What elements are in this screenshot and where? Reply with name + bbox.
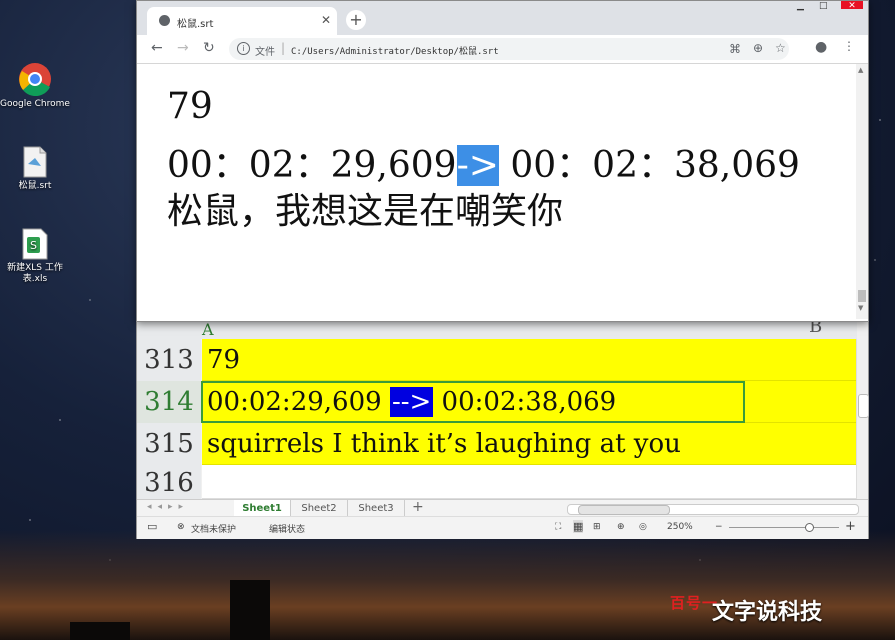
zoom-level[interactable]: 250%: [667, 522, 693, 532]
selected-arrow: ->: [456, 145, 499, 186]
save-icon[interactable]: ▭: [147, 520, 157, 533]
row-header-active[interactable]: 314: [137, 381, 201, 424]
zoom-out-icon[interactable]: −: [715, 522, 723, 532]
menu-icon[interactable]: ⋮: [843, 39, 855, 53]
scrollbar-thumb[interactable]: [858, 290, 866, 302]
spreadsheet-window: A B 313 79 314 00:02:29,609 --> 00:02:38…: [136, 305, 869, 539]
status-bar: ▭ ⊗ 文档未保护 编辑状态 ⛶ ▦ ⊞ ⊕ ◎ 250% − +: [137, 516, 868, 539]
close-tab-icon[interactable]: ✕: [321, 13, 331, 27]
bookmark-star-icon[interactable]: ☆: [775, 41, 786, 55]
zoom-icon[interactable]: ⊕: [753, 41, 763, 55]
svg-text:S: S: [30, 239, 37, 252]
browser-tab[interactable]: 松鼠.srt ✕: [147, 7, 337, 35]
sheet-nav-arrows[interactable]: ◂◂▸▸: [147, 502, 189, 512]
address-bar[interactable]: i 文件 | C:/Users/Administrator/Desktop/松鼠…: [229, 38, 789, 60]
column-header-a[interactable]: A: [202, 320, 214, 339]
watermark-white-text: 文字说科技: [712, 600, 823, 625]
selected-cell-border: [201, 381, 745, 423]
address-scheme: 文件: [255, 47, 275, 58]
browser-vertical-scrollbar[interactable]: ▲ ▼: [856, 64, 868, 319]
watermark: 百号一 文字说科技: [670, 592, 822, 625]
cell-a315[interactable]: squirrels I think it’s laughing at you: [202, 423, 856, 465]
forward-arrow-icon[interactable]: →: [177, 40, 189, 56]
spreadsheet-file-icon: S: [22, 228, 48, 260]
sheet-tab-3[interactable]: Sheet3: [348, 500, 405, 517]
fullscreen-icon[interactable]: ⛶: [555, 522, 561, 532]
browser-content: 79 00：02：29,609-> 00：02：38,069 松鼠，我想这是在嘲…: [137, 64, 855, 319]
zoom-slider-knob[interactable]: [805, 523, 814, 532]
reload-icon[interactable]: ↻: [203, 40, 215, 56]
document-icon: [23, 146, 47, 178]
sheet-tab-2[interactable]: Sheet2: [291, 500, 348, 517]
page-break-icon[interactable]: ⊕: [617, 522, 625, 532]
desktop-icon-label: 新建XLS 工作表.xls: [7, 263, 63, 284]
horizontal-scrollbar[interactable]: [567, 504, 859, 515]
maximize-icon[interactable]: □: [819, 1, 828, 11]
zoom-in-icon[interactable]: +: [845, 519, 856, 534]
time-start: 00：02：29,609: [167, 145, 457, 186]
edit-mode-status: 编辑状态: [269, 525, 306, 535]
desktop-icon-label: Google Chrome: [0, 99, 70, 109]
subtitle-timestamp: 00：02：29,609-> 00：02：38,069: [167, 136, 800, 188]
add-sheet-icon[interactable]: +: [412, 499, 424, 515]
minimize-icon[interactable]: ▁: [797, 1, 804, 11]
row-header[interactable]: 313: [137, 339, 201, 382]
desktop-icon-xls-file[interactable]: S 新建XLS 工作表.xls: [0, 228, 70, 285]
subtitle-index: 79: [167, 86, 213, 127]
address-separator: |: [281, 41, 286, 55]
scroll-up-icon[interactable]: ▲: [858, 66, 863, 74]
row-header[interactable]: 316: [137, 465, 201, 500]
shield-icon: ⊗: [177, 522, 185, 532]
tree-silhouette: [70, 622, 130, 640]
tower-silhouette: [230, 580, 270, 640]
browser-toolbar: ← → ↻ i 文件 | C:/Users/Administrator/Desk…: [137, 35, 868, 64]
eye-protection-icon[interactable]: ◎: [639, 522, 647, 532]
protect-status[interactable]: 文档未保护: [191, 522, 236, 535]
scrollbar-thumb[interactable]: [858, 394, 869, 418]
browser-window: 松鼠.srt ✕ + ▁ □ ✕ ← → ↻ i 文件 | C:/Users/A…: [136, 0, 869, 322]
sheet-tab-bar: ◂◂▸▸ Sheet1 Sheet2 Sheet3 +: [137, 499, 868, 517]
chrome-icon: [18, 62, 52, 97]
browser-titlebar: 松鼠.srt ✕ + ▁ □ ✕: [137, 1, 868, 35]
tab-title: 松鼠.srt: [177, 19, 214, 30]
row-header[interactable]: 315: [137, 423, 201, 466]
scroll-down-icon[interactable]: ▼: [858, 304, 863, 312]
translate-icon[interactable]: ⌘: [729, 42, 741, 56]
address-url[interactable]: C:/Users/Administrator/Desktop/松鼠.srt: [291, 44, 499, 57]
desktop-icon-srt-file[interactable]: 松鼠.srt: [0, 146, 70, 192]
desktop-icon-label: 松鼠.srt: [18, 181, 52, 191]
back-arrow-icon[interactable]: ←: [151, 40, 163, 56]
cell-a316[interactable]: [202, 465, 856, 499]
close-window-icon[interactable]: ✕: [841, 1, 863, 11]
desktop-icon-chrome[interactable]: Google Chrome: [0, 62, 70, 110]
time-end: 00：02：38,069: [498, 145, 800, 186]
globe-icon: [159, 15, 170, 26]
new-tab-button[interactable]: +: [346, 10, 366, 30]
page-view-icon[interactable]: ⊞: [593, 522, 601, 532]
normal-view-icon[interactable]: ▦: [573, 520, 584, 533]
info-icon[interactable]: i: [237, 42, 250, 55]
subtitle-text: 松鼠，我想这是在嘲笑你: [167, 191, 564, 232]
zoom-slider[interactable]: [729, 527, 839, 528]
cell-a313[interactable]: 79: [202, 339, 856, 381]
vertical-scrollbar[interactable]: [856, 339, 869, 499]
scrollbar-thumb[interactable]: [578, 505, 670, 515]
watermark-red-text: 百号一: [670, 594, 719, 612]
sheet-tab-1[interactable]: Sheet1: [234, 500, 291, 517]
profile-icon[interactable]: ●: [815, 39, 827, 55]
